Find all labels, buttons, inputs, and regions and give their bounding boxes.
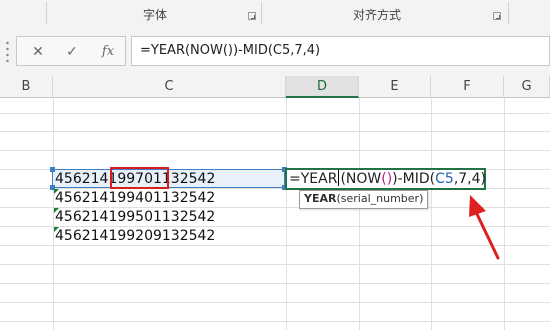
highlight-birth-date-box <box>110 167 169 189</box>
cell-c8[interactable]: 456214199209132542 <box>55 227 215 246</box>
ribbon-group-alignment-label: 对齐方式 <box>353 8 402 22</box>
ribbon-group-bar: 字体 对齐方式 <box>0 0 550 27</box>
grid-line <box>286 98 287 330</box>
ribbon-group-font-label: 字体 <box>143 8 168 22</box>
formula-text: =YEAR(NOW())-MID(C5,7,4) <box>140 43 321 58</box>
grid-line <box>0 321 550 322</box>
cancel-icon[interactable]: ✕ <box>25 41 51 63</box>
tooltip-function-name[interactable]: YEAR <box>304 192 336 205</box>
ribbon-separator <box>261 2 262 24</box>
grid-line <box>359 98 360 330</box>
grid-line <box>0 113 550 114</box>
font-dialog-launcher-icon[interactable] <box>248 12 256 20</box>
formula-buttons: ✕ ✓ fx <box>16 36 126 66</box>
cell-c6[interactable]: 456214199401132542 <box>55 189 215 208</box>
grid-line <box>431 98 432 330</box>
alignment-dialog-launcher-icon[interactable] <box>493 12 501 20</box>
enter-check-icon[interactable]: ✓ <box>59 41 85 63</box>
column-header-e[interactable]: E <box>359 76 431 98</box>
column-header-d[interactable]: D <box>286 76 359 98</box>
formula-input[interactable]: =YEAR(NOW())-MID(C5,7,4) <box>131 36 550 66</box>
cell-d5-formula[interactable]: =YEAR (NOW())-MID(C5,7,4) <box>289 170 486 189</box>
column-header-c[interactable]: C <box>53 76 286 98</box>
formula-token: )-MID( <box>392 171 436 187</box>
formula-bar: ✕ ✓ fx =YEAR(NOW())-MID(C5,7,4) <box>0 26 550 77</box>
formula-token: () <box>381 171 393 187</box>
cell-c5-prefix: 456214 <box>55 171 109 187</box>
column-header-f[interactable]: F <box>431 76 504 98</box>
insert-function-icon[interactable]: fx <box>95 41 121 63</box>
grid-line <box>0 283 550 284</box>
formula-token: ,7,4) <box>453 171 487 187</box>
formula-token: =YEAR <box>289 171 338 187</box>
grid-line <box>0 302 550 303</box>
column-header-b[interactable]: B <box>0 76 53 98</box>
formula-token: (NOW <box>340 171 382 187</box>
annotation-arrow-icon <box>469 195 500 260</box>
formula-reference-c5: C5 <box>435 171 454 187</box>
tooltip-arguments: (serial_number) <box>336 192 424 205</box>
grid-line <box>53 98 54 330</box>
grip-dots-icon[interactable] <box>6 40 9 62</box>
function-tooltip[interactable]: YEAR(serial_number) <box>299 190 429 209</box>
ribbon-separator <box>508 2 509 24</box>
grid-line <box>0 131 550 132</box>
cell-c7[interactable]: 456214199501132542 <box>55 208 215 227</box>
grid-line <box>0 150 550 151</box>
cell-c5-suffix: 2542 <box>179 171 216 187</box>
ribbon-separator <box>46 2 47 24</box>
column-header-g[interactable]: G <box>504 76 550 98</box>
